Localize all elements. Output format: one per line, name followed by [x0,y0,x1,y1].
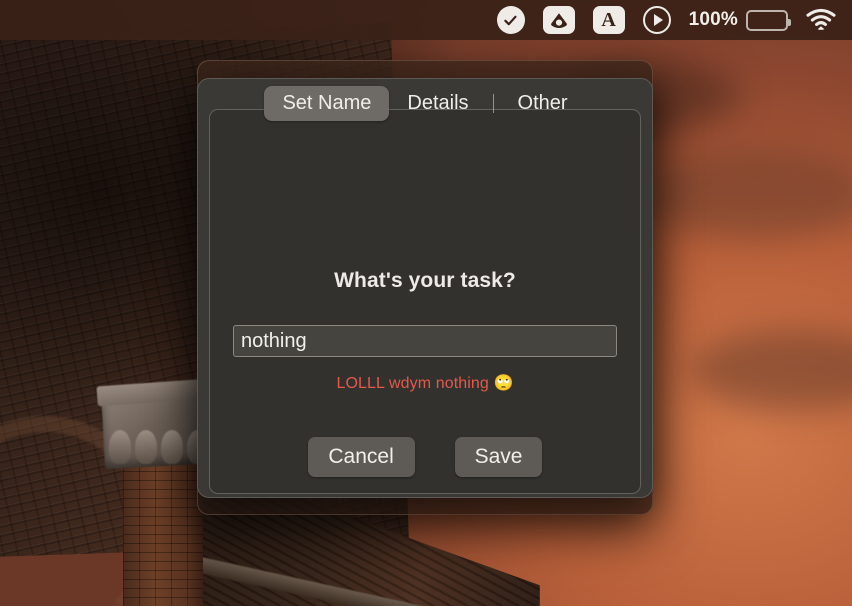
tab-set-name[interactable]: Set Name [264,85,390,121]
play-circle-icon[interactable] [642,6,671,34]
menubar-item-play[interactable] [642,6,671,34]
tab-details[interactable]: Details [389,86,486,121]
save-button[interactable]: Save [454,437,543,477]
task-dialog: Set Name Details Other What's your task?… [197,78,653,498]
check-circle-icon[interactable] [496,6,525,34]
task-name-input[interactable] [233,325,617,357]
acanthus-leaf [161,430,183,464]
battery-icon[interactable] [746,9,791,31]
play-triangle [653,14,663,26]
screen: A 100% Set Name Details Other What's you… [0,0,852,606]
cloud-shape [690,330,852,410]
validation-error-message: LOLLL wdym nothing 🙄 [336,375,514,392]
tab-other[interactable]: Other [500,86,586,121]
letter-a-app-icon[interactable]: A [592,6,625,34]
menubar-item-check[interactable] [496,6,525,34]
menubar-battery[interactable]: 100% [688,9,791,31]
battery-percent-label: 100% [688,9,738,30]
cloud-shape [640,150,852,240]
tab-separator [492,93,494,113]
letter-a-glyph: A [601,9,616,31]
menubar-item-letter-a-app[interactable]: A [592,6,625,34]
tab-bar: Set Name Details Other [198,79,652,127]
segmented-tab-control: Set Name Details Other [264,85,585,121]
triangle-app-icon[interactable] [542,6,575,34]
menu-bar: A 100% [0,0,852,40]
menubar-item-triangle-app[interactable] [542,6,575,34]
acanthus-leaf [135,430,157,464]
prompt-label: What's your task? [334,269,516,292]
wifi-icon[interactable] [806,8,836,32]
menubar-item-wifi[interactable] [806,8,836,32]
cancel-button[interactable]: Cancel [307,437,415,477]
dialog-footer: Cancel Save [198,417,652,497]
acanthus-leaf [109,430,131,464]
